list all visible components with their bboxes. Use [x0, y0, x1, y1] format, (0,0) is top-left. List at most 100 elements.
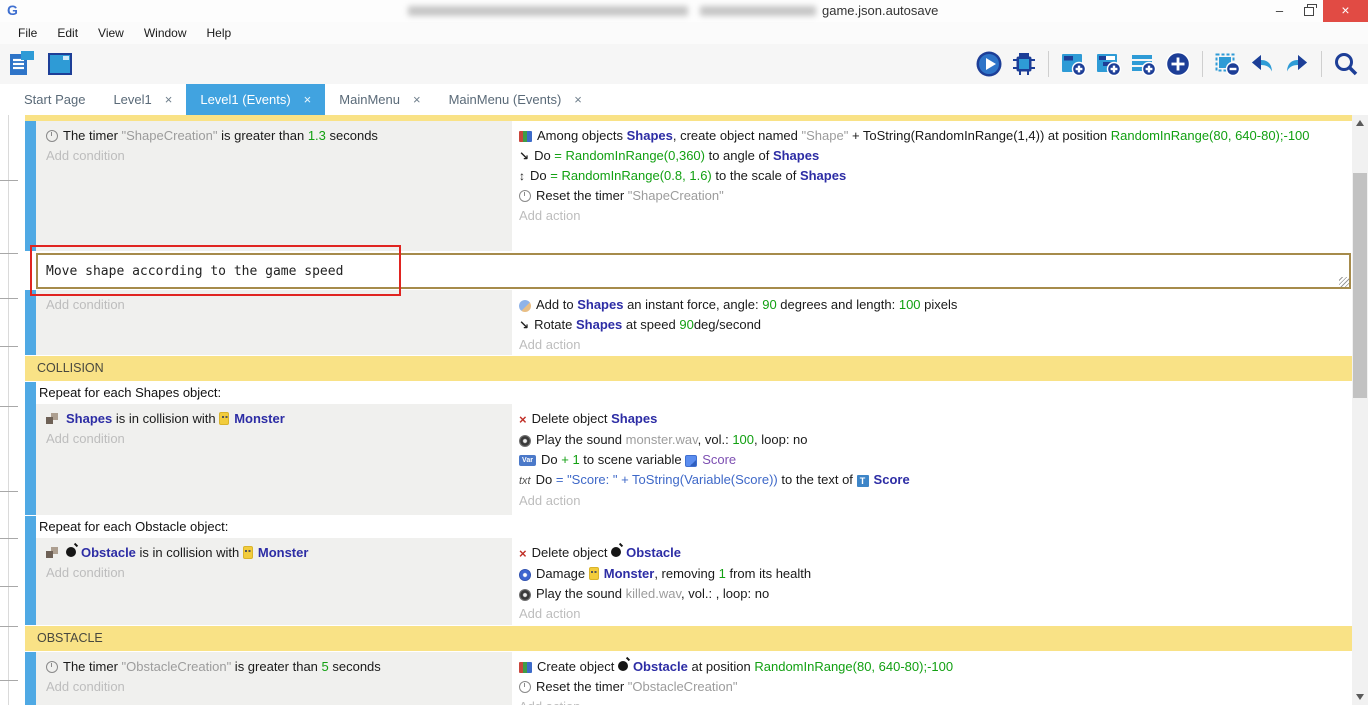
event-handle-bar[interactable]	[25, 382, 36, 515]
condition-line[interactable]: Shapes is in collision with Monster	[46, 409, 504, 429]
blurred-title-text	[408, 6, 688, 16]
action-line[interactable]: ↕Do = RandomInRange(0.8, 1.6) to the sca…	[519, 166, 1346, 186]
menu-item-help[interactable]: Help	[197, 26, 242, 40]
event-row[interactable]: Repeat for each Obstacle object: Obstacle…	[25, 516, 1352, 625]
tab-level1-events[interactable]: Level1 (Events)×	[186, 84, 325, 115]
resize-grip-icon[interactable]	[1339, 277, 1349, 287]
text-segment: Do	[536, 472, 556, 487]
window-title: game.json.autosave	[822, 3, 938, 18]
tab-mainmenu[interactable]: MainMenu×	[325, 84, 434, 115]
text-segment: "ObstacleCreation"	[122, 659, 232, 674]
tab-level1[interactable]: Level1×	[99, 84, 186, 115]
action-line[interactable]: Reset the timer "ShapeCreation"	[519, 186, 1346, 206]
action-line[interactable]: txtDo = "Score: " + ToString(Variable(Sc…	[519, 470, 1346, 491]
event-handle-bar[interactable]	[25, 652, 36, 705]
action-line[interactable]: ×Delete object Obstacle	[519, 543, 1346, 564]
scorevar-icon	[685, 455, 697, 467]
repeat-event-label[interactable]: Repeat for each Obstacle object:	[36, 516, 1352, 538]
action-line[interactable]: Create object Obstacle at position Rando…	[519, 657, 1346, 677]
condition-line[interactable]: Obstacle is in collision with Monster	[46, 543, 504, 563]
add-condition-link[interactable]: Add condition	[46, 429, 504, 449]
text-segment: 1.3	[308, 128, 326, 143]
scroll-down-arrow[interactable]	[1356, 694, 1364, 700]
tab-close-icon[interactable]: ×	[574, 92, 582, 107]
close-button[interactable]: ×	[1323, 0, 1368, 22]
add-condition-link[interactable]: Add condition	[46, 295, 504, 315]
add-condition-link[interactable]: Add condition	[46, 563, 504, 583]
menu-item-file[interactable]: File	[8, 26, 47, 40]
condition-line[interactable]: The timer "ObstacleCreation" is greater …	[46, 657, 504, 677]
text-segment: Play the sound	[536, 432, 626, 447]
var-icon: Var	[519, 455, 536, 466]
event-boundary-tick	[0, 253, 18, 254]
action-line[interactable]: Play the sound killed.wav, vol.: , loop:…	[519, 584, 1346, 604]
action-line[interactable]: ×Delete object Shapes	[519, 409, 1346, 430]
repeat-event-label[interactable]: Repeat for each Shapes object:	[36, 382, 1352, 404]
action-line[interactable]: ↘Do = RandomInRange(0,360) to angle of S…	[519, 146, 1346, 166]
action-line[interactable]: Reset the timer "ObstacleCreation"	[519, 677, 1346, 697]
text-segment: Among objects	[537, 128, 627, 143]
text-segment: seconds	[326, 128, 378, 143]
add-action-link[interactable]: Add action	[519, 604, 1346, 624]
action-line[interactable]: VarDo + 1 to scene variable Score	[519, 450, 1346, 470]
start-page-icon[interactable]	[45, 49, 75, 79]
play-icon[interactable]	[975, 50, 1003, 78]
event-boundary-tick	[0, 298, 18, 299]
group-header-collision[interactable]: COLLISION	[25, 356, 1352, 381]
tab-start-page[interactable]: Start Page	[10, 84, 99, 115]
tab-close-icon[interactable]: ×	[165, 92, 173, 107]
add-event-icon[interactable]	[1059, 50, 1087, 78]
vertical-scrollbar[interactable]	[1352, 115, 1368, 705]
group-header-obstacle[interactable]: OBSTACLE	[25, 626, 1352, 651]
minimize-button[interactable]: –	[1265, 0, 1294, 22]
action-line[interactable]: Among objects Shapes, create object name…	[519, 126, 1346, 146]
maximize-button[interactable]	[1294, 0, 1323, 22]
scrollbar-thumb[interactable]	[1353, 173, 1367, 398]
action-line[interactable]: Damage Monster, removing 1 from its heal…	[519, 564, 1346, 584]
condition-line[interactable]: The timer "ShapeCreation" is greater tha…	[46, 126, 504, 146]
add-action-link[interactable]: Add action	[519, 697, 1346, 705]
action-line[interactable]: Add to Shapes an instant force, angle: 9…	[519, 295, 1346, 315]
add-condition-link[interactable]: Add condition	[46, 146, 504, 166]
event-boundary-tick	[0, 538, 18, 539]
menu-bar: FileEditViewWindowHelp	[0, 22, 1368, 44]
tab-label: Start Page	[24, 92, 85, 107]
add-action-link[interactable]: Add action	[519, 491, 1346, 511]
text-segment: seconds	[329, 659, 381, 674]
add-comment-icon[interactable]	[1129, 50, 1157, 78]
tab-close-icon[interactable]: ×	[413, 92, 421, 107]
event-handle-bar[interactable]	[25, 121, 36, 251]
text-segment: Reset the timer	[536, 679, 628, 694]
text-segment: Create object	[537, 659, 618, 674]
tab-mainmenu-events[interactable]: MainMenu (Events)×	[435, 84, 596, 115]
redo-icon[interactable]	[1283, 50, 1311, 78]
bomb-icon	[66, 547, 76, 557]
project-manager-icon[interactable]	[8, 49, 38, 79]
event-handle-bar[interactable]	[25, 516, 36, 625]
conditions-column: Add condition	[36, 290, 513, 355]
event-handle-bar[interactable]	[25, 290, 36, 355]
action-line[interactable]: ↘Rotate Shapes at speed 90deg/second	[519, 315, 1346, 335]
add-action-link[interactable]: Add action	[519, 206, 1346, 226]
search-icon[interactable]	[1332, 50, 1360, 78]
event-row[interactable]: Repeat for each Shapes object: Shapes is …	[25, 382, 1352, 515]
event-row[interactable]: The timer "ShapeCreation" is greater tha…	[25, 121, 1352, 251]
remove-event-icon[interactable]	[1213, 50, 1241, 78]
add-new-icon[interactable]	[1164, 50, 1192, 78]
add-subevent-icon[interactable]	[1094, 50, 1122, 78]
debug-icon[interactable]	[1010, 50, 1038, 78]
add-action-link[interactable]: Add action	[519, 335, 1346, 355]
event-row[interactable]: The timer "ObstacleCreation" is greater …	[25, 652, 1352, 705]
menu-item-edit[interactable]: Edit	[47, 26, 88, 40]
comment-input[interactable]: Move shape according to the game speed	[36, 253, 1351, 289]
menu-item-window[interactable]: Window	[134, 26, 197, 40]
tab-close-icon[interactable]: ×	[304, 92, 312, 107]
action-line[interactable]: Play the sound monster.wav, vol.: 100, l…	[519, 430, 1346, 450]
event-row[interactable]: Add condition Add to Shapes an instant fo…	[25, 290, 1352, 355]
text-segment: Delete object	[532, 545, 612, 560]
scroll-up-arrow[interactable]	[1356, 120, 1364, 126]
text-segment: Monster	[258, 545, 309, 560]
undo-icon[interactable]	[1248, 50, 1276, 78]
menu-item-view[interactable]: View	[88, 26, 134, 40]
add-condition-link[interactable]: Add condition	[46, 677, 504, 697]
